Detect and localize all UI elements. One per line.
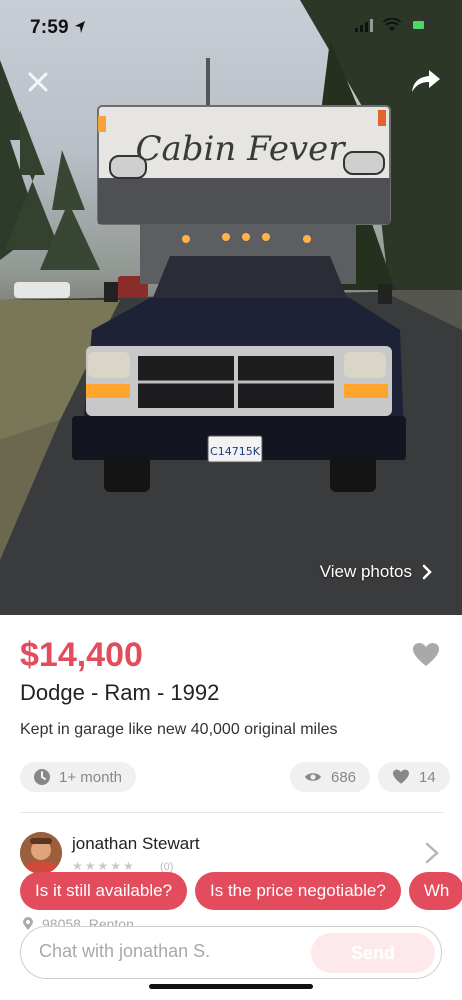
listing-description: Kept in garage like new 40,000 original …	[20, 721, 338, 738]
heart-icon[interactable]	[412, 642, 440, 668]
likes-badge: 14	[378, 762, 450, 792]
section-divider	[20, 812, 444, 813]
views-count: 686	[331, 768, 357, 786]
location-arrow-icon	[75, 21, 85, 33]
view-photos-link[interactable]: View photos	[320, 562, 432, 582]
quick-reply-negotiable[interactable]: Is the price negotiable?	[195, 872, 401, 910]
quick-reply-available[interactable]: Is it still available?	[20, 872, 188, 910]
chat-bar: Chat with jonathan S. Send	[20, 926, 442, 979]
chat-input[interactable]: Chat with jonathan S.	[39, 941, 210, 962]
listing-age-badge: 1+ month	[20, 762, 136, 792]
listing-title: Dodge - Ram - 1992	[20, 680, 220, 705]
status-bar: 7:59	[0, 0, 462, 54]
quick-reply-more[interactable]: Wh	[408, 872, 462, 910]
wifi-icon	[383, 18, 401, 31]
chevron-right-icon	[422, 564, 432, 580]
close-icon[interactable]	[24, 68, 52, 96]
clock-icon	[34, 769, 50, 785]
eye-icon	[305, 773, 321, 781]
status-time: 7:59	[30, 17, 69, 38]
seller-rating-stars: ★★★★★	[72, 859, 136, 873]
battery-icon	[410, 18, 435, 32]
truck-sign-text: Cabin Fever	[135, 129, 346, 169]
home-indicator	[149, 984, 313, 989]
listing-price: $14,400	[20, 636, 143, 674]
signal-icon	[355, 19, 373, 32]
views-badge: 686	[290, 762, 371, 792]
seller-avatar[interactable]	[20, 832, 62, 874]
license-plate-text: C14715K	[210, 445, 261, 458]
chevron-right-icon[interactable]	[424, 842, 440, 864]
truck-photo: Cabin Fever C14715K	[0, 0, 462, 615]
likes-count: 14	[419, 768, 436, 786]
heart-icon	[393, 769, 409, 784]
quick-replies: Is it still available? Is the price nego…	[20, 872, 462, 910]
listing-photo[interactable]: Cabin Fever C14715K 7:59 View photos	[0, 0, 462, 615]
share-icon[interactable]	[410, 66, 442, 96]
send-button[interactable]: Send	[311, 933, 435, 973]
view-photos-label: View photos	[319, 562, 412, 581]
listing-age-text: 1+ month	[59, 768, 122, 786]
seller-name[interactable]: jonathan Stewart	[72, 834, 200, 854]
